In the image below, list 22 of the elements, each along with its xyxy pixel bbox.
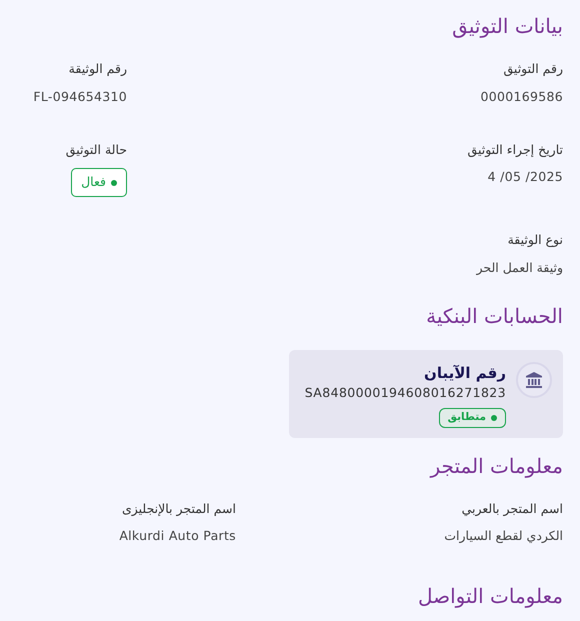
section-title: الحسابات البنكية	[425, 302, 563, 330]
field-label: حالة التوثيق	[64, 140, 127, 159]
field-value: 0000169586	[479, 88, 563, 106]
section-title: معلومات التواصل	[416, 583, 563, 610]
field-label: رقم الوثيقة	[68, 60, 127, 78]
field-value: الكردي لقطع السيارات	[443, 527, 563, 546]
field-value: FL-094654310	[32, 88, 127, 106]
field-value: 4 /05 /2025	[486, 168, 563, 186]
field-value: Alkurdi Auto Parts	[118, 527, 236, 546]
field-value: وثيقة العمل الحر	[475, 258, 563, 277]
field-label: تاريخ إجراء التوثيق	[466, 140, 563, 159]
field-label: نوع الوثيقة	[506, 231, 563, 249]
section-title: معلومات المتجر	[428, 452, 563, 480]
bank-icon	[525, 370, 543, 388]
status-text: متطابق	[448, 410, 486, 425]
account-label: رقم الآيبان	[423, 362, 506, 384]
field-label: اسم المتجر بالإنجليزى	[120, 500, 236, 518]
status-text: فعال	[81, 173, 106, 192]
iban-number: SA8480000194608016271823	[304, 384, 506, 402]
field-label: اسم المتجر بالعربي	[460, 500, 563, 518]
field-label: رقم التوثيق	[502, 60, 563, 78]
section-title: بيانات التوثيق	[451, 13, 563, 40]
